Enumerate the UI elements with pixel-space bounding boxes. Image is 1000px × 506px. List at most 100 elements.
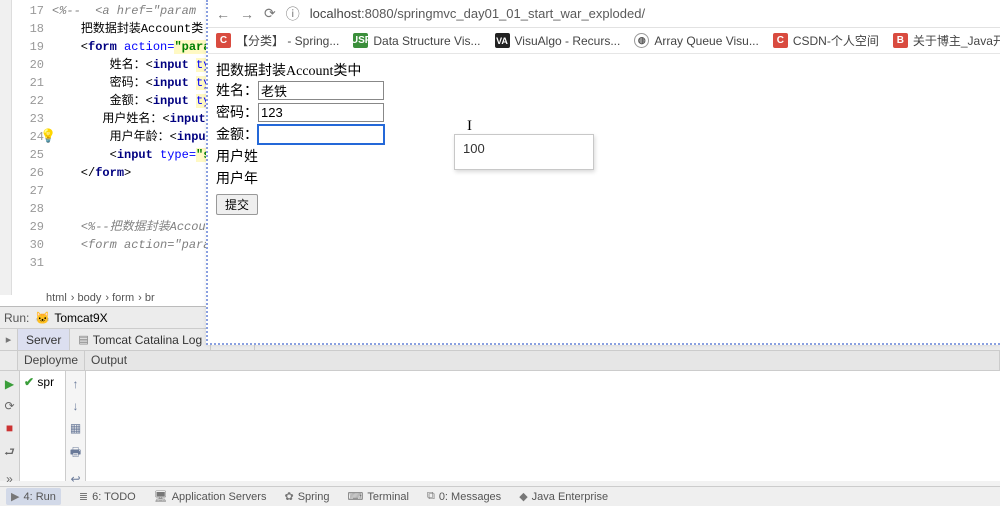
javaee-icon: ◆: [519, 490, 527, 503]
username-label: 用户姓: [216, 146, 258, 166]
more-icon[interactable]: »: [6, 472, 13, 486]
submit-button[interactable]: 提交: [216, 194, 258, 215]
bookmark-item[interactable]: ◍ Array Queue Visu...: [634, 33, 759, 48]
line-number: 21: [12, 74, 44, 92]
form-title: 把数据封装Account类中: [216, 60, 992, 80]
amount-row: 金额：: [216, 124, 992, 144]
rerun-icon[interactable]: ▶: [5, 377, 14, 391]
bookmark-label: CSDN-个人空间: [793, 32, 879, 49]
spring-icon: ✿: [284, 490, 293, 503]
browser-window: ← → ⟳ ⓘ localhost:8080/springmvc_day01_0…: [206, 0, 1000, 345]
bookmark-label: Data Structure Vis...: [373, 34, 480, 48]
line-number: 22: [12, 92, 44, 110]
artifact-name[interactable]: spr: [37, 375, 54, 389]
clear-icon[interactable]: ↩: [70, 472, 80, 486]
bookmarks-bar: C 【分类】 - Spring... USF Data Structure Vis..…: [208, 28, 1000, 54]
favicon-icon: VA: [495, 33, 510, 48]
run-body: ▶ ⟳ ■ ⮐ » ✔ spr ↑ ↓ ▦ 🖶 ↩: [0, 371, 1000, 481]
run-label: Run:: [4, 311, 29, 325]
amount-label: 金额：: [216, 124, 258, 144]
userage-label: 用户年: [216, 168, 258, 188]
tab-server[interactable]: Server: [18, 329, 70, 350]
down-icon[interactable]: ↓: [73, 399, 79, 413]
run-side-strip[interactable]: ▸: [0, 329, 18, 350]
up-icon[interactable]: ↑: [73, 377, 79, 391]
tool-terminal[interactable]: ⌨Terminal: [347, 490, 408, 503]
bookmark-label: Array Queue Visu...: [654, 34, 759, 48]
server-icon: 🖥: [154, 490, 168, 503]
bookmark-item[interactable]: USF Data Structure Vis...: [353, 33, 480, 48]
line-number: 26: [12, 164, 44, 182]
line-number: 19: [12, 38, 44, 56]
todo-icon: ≣: [79, 490, 88, 503]
line-number: 17: [12, 2, 44, 20]
autocomplete-item[interactable]: 100: [463, 141, 485, 156]
line-gutter: 17 18 19 20 21 22 23 24 25 26 27 28 29 3…: [12, 0, 52, 295]
bookmark-item[interactable]: C CSDN-个人空间: [773, 32, 879, 49]
output-toolbar: ↑ ↓ ▦ 🖶 ↩: [66, 371, 86, 481]
run-icon: ▶: [11, 490, 19, 503]
stop-icon[interactable]: ■: [6, 421, 13, 435]
left-gutter: [0, 0, 12, 295]
tool-todo[interactable]: ≣6: TODO: [79, 490, 136, 503]
deploy-header[interactable]: Deployme: [18, 351, 85, 370]
url-display[interactable]: localhost:8080/springmvc_day01_01_start_…: [310, 6, 645, 21]
output-header[interactable]: Output: [85, 351, 1000, 370]
line-number: 29: [12, 218, 44, 236]
tab-catalina-log[interactable]: ▤Tomcat Catalina Log: [70, 329, 211, 350]
check-icon: ✔: [24, 375, 34, 389]
side-strip: [0, 351, 18, 370]
reload-icon[interactable]: ⟳: [264, 5, 276, 22]
update-icon[interactable]: ⟳: [4, 399, 14, 413]
deployment-tree: ✔ spr: [20, 371, 66, 481]
favicon-icon: ◍: [634, 33, 649, 48]
bookmark-label: VisuAlgo - Recurs...: [515, 34, 621, 48]
forward-icon[interactable]: →: [240, 6, 254, 22]
name-row: 姓名：: [216, 80, 992, 100]
output-console[interactable]: [86, 371, 1000, 481]
terminal-icon: ⌨: [347, 490, 363, 503]
code-line: <%-- <a href="param: [52, 4, 196, 18]
back-icon[interactable]: ←: [216, 6, 230, 22]
name-input[interactable]: [258, 81, 384, 100]
tool-spring[interactable]: ✿Spring: [284, 490, 329, 503]
tool-appservers[interactable]: 🖥Application Servers: [154, 490, 267, 503]
tool-run[interactable]: ▶4: Run: [6, 488, 61, 505]
line-number: 20: [12, 56, 44, 74]
username-row: 用户姓: [216, 146, 992, 166]
wrap-icon[interactable]: ▦: [70, 421, 81, 435]
bookmark-item[interactable]: VA VisuAlgo - Recurs...: [495, 33, 621, 48]
breadcrumb[interactable]: html› body› form› br: [40, 290, 165, 306]
autocomplete-popup[interactable]: 100: [454, 134, 594, 170]
bookmark-label: 【分类】 - Spring...: [236, 32, 339, 49]
tool-javaee[interactable]: ◆Java Enterprise: [519, 490, 608, 503]
line-number: 23: [12, 110, 44, 128]
tomcat-icon: 🐱: [35, 311, 50, 325]
line-number: 25: [12, 146, 44, 164]
run-config-name[interactable]: Tomcat9X: [54, 311, 107, 325]
bookmark-item[interactable]: C 【分类】 - Spring...: [216, 32, 339, 49]
address-bar: ← → ⟳ ⓘ localhost:8080/springmvc_day01_0…: [208, 0, 1000, 28]
exit-icon[interactable]: ⮐: [4, 443, 15, 464]
amount-input[interactable]: [258, 125, 384, 144]
password-label: 密码：: [216, 102, 258, 122]
lightbulb-icon[interactable]: 💡: [40, 128, 56, 146]
line-number: 28: [12, 200, 44, 218]
favicon-icon: B: [893, 33, 908, 48]
password-input[interactable]: [258, 103, 384, 122]
print-icon[interactable]: 🖶: [70, 443, 81, 464]
tool-messages[interactable]: ⧉0: Messages: [427, 490, 501, 503]
favicon-icon: C: [216, 33, 231, 48]
line-number: 18: [12, 20, 44, 38]
log-icon: ▤: [78, 333, 88, 346]
favicon-icon: USF: [353, 33, 368, 48]
bookmark-item[interactable]: B关于博主_Java开源...: [893, 32, 1000, 49]
code-line: 把数据封装Account类: [81, 22, 203, 36]
run-toolbar: ▶ ⟳ ■ ⮐ »: [0, 371, 20, 481]
userage-row: 用户年: [216, 168, 992, 188]
messages-icon: ⧉: [427, 490, 435, 503]
password-row: 密码：: [216, 102, 992, 122]
name-label: 姓名：: [216, 80, 258, 100]
favicon-icon: C: [773, 33, 788, 48]
site-info-icon[interactable]: ⓘ: [286, 4, 300, 24]
